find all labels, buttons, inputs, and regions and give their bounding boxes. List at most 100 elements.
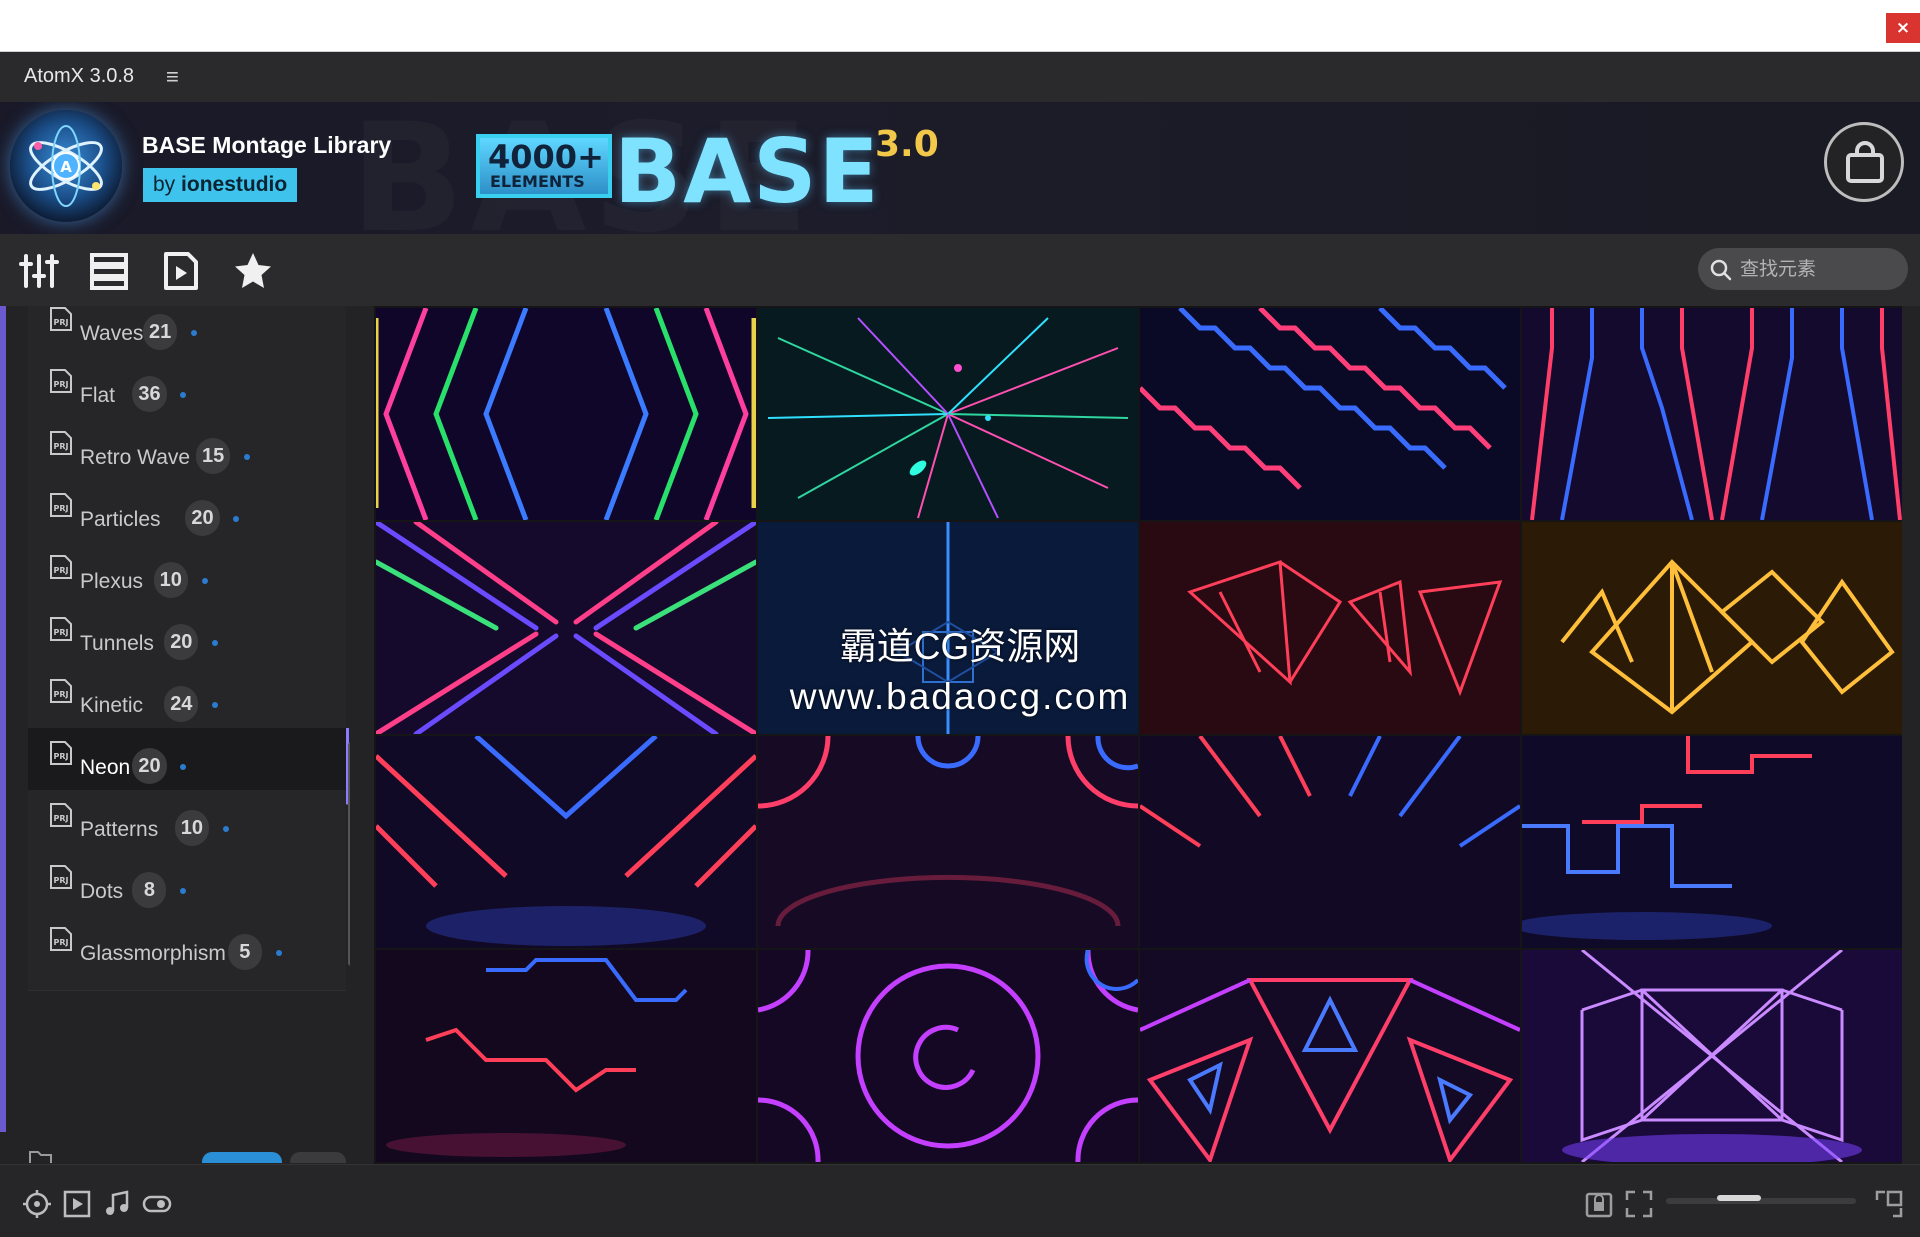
status-dot [180, 392, 187, 398]
tile-neon-cross-lines[interactable] [376, 522, 756, 734]
sliders-icon[interactable] [18, 250, 60, 292]
project-file-icon: PRJ [50, 803, 72, 827]
sidebar-item-label: Plexus [80, 570, 144, 593]
eye-icon[interactable] [142, 1189, 172, 1219]
sidebar-scroll-thumb[interactable] [348, 742, 350, 966]
tile-step-lines[interactable] [1522, 736, 1902, 948]
tile-neon-chevrons-rainbow[interactable] [376, 308, 756, 520]
sidebar-item-label: Flat [80, 384, 116, 407]
zoom-slider[interactable] [1666, 1195, 1856, 1204]
music-note-icon[interactable] [102, 1189, 132, 1219]
fit-icon[interactable] [1624, 1189, 1654, 1219]
bottom-status-bar [0, 1164, 1920, 1237]
play-icon[interactable] [62, 1189, 92, 1219]
project-file-icon: PRJ [50, 679, 72, 703]
tile-gold-pyramids[interactable] [1522, 522, 1902, 734]
author-prefix: by [153, 173, 176, 196]
watermark: 霸道CG资源网 www.badaocg.com [770, 616, 1150, 718]
sidebar-item-count: 10 [153, 562, 188, 598]
svg-text:PRJ: PRJ [54, 752, 69, 761]
svg-text:PRJ: PRJ [54, 442, 69, 451]
svg-text:PRJ: PRJ [54, 628, 69, 637]
search-box[interactable] [1698, 248, 1908, 290]
project-file-icon: PRJ [50, 493, 72, 517]
search-input[interactable] [1738, 248, 1902, 290]
tile-neon-v-red-blue[interactable] [376, 736, 756, 948]
star-icon[interactable] [232, 250, 274, 292]
tile-neon-semicircles[interactable] [758, 736, 1138, 948]
app-window: AtomX 3.0.8 ≡ BASE A BASE Montage Librar… [0, 52, 1920, 1237]
hamburger-menu-icon[interactable]: ≡ [166, 64, 179, 90]
base-version-text: 3.0 [875, 124, 939, 165]
video-file-icon[interactable] [160, 250, 202, 292]
tile-neon-triangles[interactable] [1140, 950, 1520, 1162]
author-badge[interactable]: by ionestudio [143, 168, 298, 202]
move-icon[interactable] [22, 1189, 52, 1219]
tile-radial-rays[interactable] [1140, 736, 1520, 948]
sidebar-item-count: 10 [174, 810, 210, 846]
sidebar-cut-item [28, 1146, 346, 1163]
project-file-icon: PRJ [50, 865, 72, 889]
project-file-icon: PRJ [50, 617, 72, 641]
status-dot [212, 640, 219, 646]
sidebar-item-count: 20 [164, 624, 199, 660]
base-brand-text: BASE [614, 120, 881, 223]
zoom-slider-knob[interactable] [1717, 1195, 1761, 1201]
project-file-icon: PRJ [50, 741, 72, 765]
list-view-icon[interactable] [88, 250, 130, 292]
lock-icon[interactable] [1584, 1189, 1614, 1219]
status-dot [222, 826, 229, 832]
library-banner: BASE A BASE Montage Library by ionestudi… [0, 102, 1920, 234]
sidebar-item-label: Patterns [80, 818, 159, 841]
sidebar-item-count: 24 [164, 686, 199, 722]
watermark-title: 霸道CG资源网 [839, 626, 1081, 667]
status-dot [233, 516, 240, 522]
sidebar-scrollbar[interactable] [346, 306, 350, 1163]
project-file-icon: PRJ [50, 369, 72, 393]
sidebar-item-label: Neon [80, 756, 131, 779]
watermark-url: www.badaocg.com [789, 676, 1131, 717]
library-name: BASE Montage Library [142, 132, 392, 158]
sidebar-item-count: 8 [132, 872, 167, 908]
svg-text:PRJ: PRJ [54, 690, 69, 699]
fullscreen-icon[interactable] [1874, 1189, 1904, 1219]
title-bar: AtomX 3.0.8 ≡ [0, 52, 1920, 102]
status-dot [180, 764, 187, 770]
close-button[interactable]: × [1886, 13, 1920, 43]
app-title: AtomX 3.0.8 [24, 65, 135, 87]
sidebar-item-count: 15 [196, 438, 231, 474]
tile-zigzag-red[interactable] [376, 950, 756, 1162]
svg-text:PRJ: PRJ [54, 380, 69, 389]
tile-purple-cube[interactable] [1522, 950, 1902, 1162]
tile-particle-burst[interactable] [758, 308, 1138, 520]
svg-text:PRJ: PRJ [54, 814, 69, 823]
svg-text:A: A [60, 158, 72, 176]
status-dot [212, 702, 219, 708]
sidebar-item-label: Glassmorphism [80, 942, 226, 965]
sidebar-item-count: 20 [185, 500, 220, 536]
author-name: ionestudio [181, 173, 288, 196]
elements-count-badge: 4000+ ELEMENTS [476, 134, 612, 198]
sidebar-item-label: Waves [80, 322, 144, 345]
sidebar-item-label: Retro Wave [80, 446, 191, 469]
sidebar-item-glassmorphism[interactable]: PRJ Glassmorphism 5 [28, 914, 346, 991]
svg-text:PRJ: PRJ [54, 938, 69, 947]
tile-neon-forks[interactable] [1522, 308, 1902, 520]
sidebar-item-count: 21 [143, 314, 178, 350]
status-dot [191, 330, 197, 336]
project-file-icon: PRJ [50, 307, 72, 331]
tile-red-pyramids[interactable] [1140, 522, 1520, 734]
elements-label: ELEMENTS [490, 172, 585, 191]
elements-count: 4000+ [488, 138, 604, 176]
sidebar-item-label: Tunnels [80, 632, 154, 655]
preview-grid [374, 306, 1902, 1164]
sidebar-item-label: Kinetic [80, 694, 144, 717]
svg-text:PRJ: PRJ [54, 318, 69, 327]
shop-bag-button[interactable] [1824, 122, 1904, 202]
search-icon [1710, 259, 1732, 281]
tile-purple-circles[interactable] [758, 950, 1138, 1162]
svg-text:PRJ: PRJ [54, 566, 69, 575]
svg-text:PRJ: PRJ [54, 876, 69, 885]
svg-text:PRJ: PRJ [54, 504, 69, 513]
tile-zigzag-stripes[interactable] [1140, 308, 1520, 520]
